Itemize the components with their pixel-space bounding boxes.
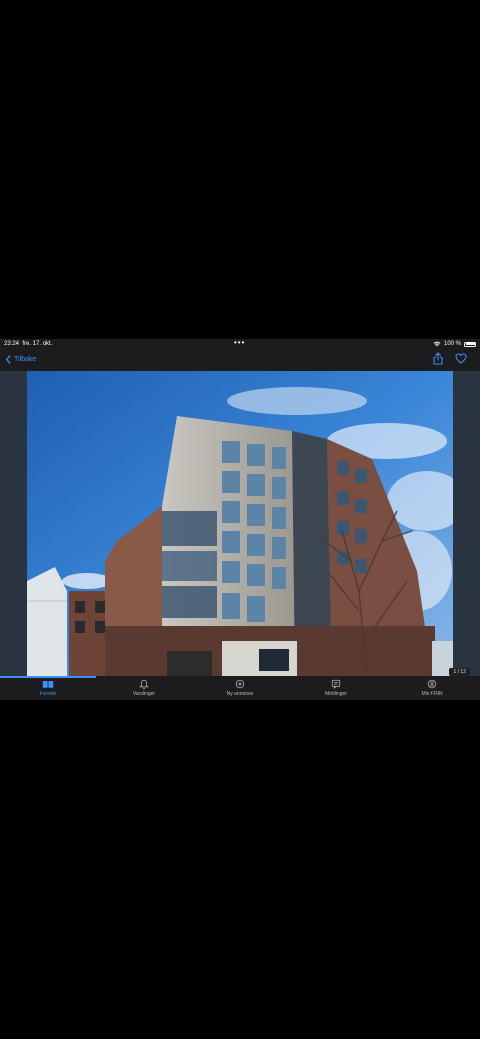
back-button[interactable]: Tilbake [5, 353, 36, 365]
status-time: 23:24 fre. 17. okt. [4, 341, 53, 347]
message-icon [331, 679, 341, 689]
wifi-icon [433, 341, 441, 347]
tab-label: Meldinger [325, 691, 347, 697]
navigation-bar: Tilbake [0, 349, 480, 370]
active-tab-indicator [0, 676, 96, 678]
battery-percent: 100 % [443, 341, 461, 347]
status-bar: 23:24 fre. 17. okt. ••• 100 % [0, 338, 480, 349]
image-gallery[interactable]: 1 / 12 [0, 371, 480, 676]
tab-meldinger[interactable]: Meldinger [288, 679, 384, 699]
photo-counter: 1 / 12 [449, 668, 470, 676]
tab-label: Min FINN [421, 691, 443, 697]
next-image-peek[interactable] [453, 371, 480, 676]
ipad-screen: 23:24 fre. 17. okt. ••• 100 % Tilbake 1 … [0, 338, 480, 700]
listing-photo-apartment-building[interactable] [27, 371, 453, 676]
tab-forside[interactable]: Forside [0, 679, 96, 699]
bell-icon [139, 679, 149, 689]
favorite-heart-icon[interactable] [455, 352, 467, 365]
chevron-left-icon [6, 354, 11, 364]
profile-icon [427, 679, 437, 689]
tab-varslinger[interactable]: Varslinger [96, 679, 192, 699]
back-label: Tilbake [14, 355, 37, 363]
share-icon[interactable] [432, 352, 444, 365]
battery-icon [464, 341, 476, 347]
tab-label: Ny annonse [226, 691, 254, 697]
multitasking-dots[interactable]: ••• [234, 338, 245, 348]
plus-circle-icon [235, 679, 245, 689]
tab-bar: Forside Varslinger Ny annonse Meldinger [0, 676, 480, 700]
tab-ny-annonse[interactable]: Ny annonse [192, 679, 288, 699]
book-icon [42, 681, 54, 688]
tab-label: Varslinger [132, 691, 156, 697]
previous-image-peek[interactable] [0, 371, 27, 676]
tab-min-finn[interactable]: Min FINN [384, 679, 480, 699]
status-right: 100 % [433, 339, 476, 349]
tab-label: Forside [39, 691, 57, 697]
